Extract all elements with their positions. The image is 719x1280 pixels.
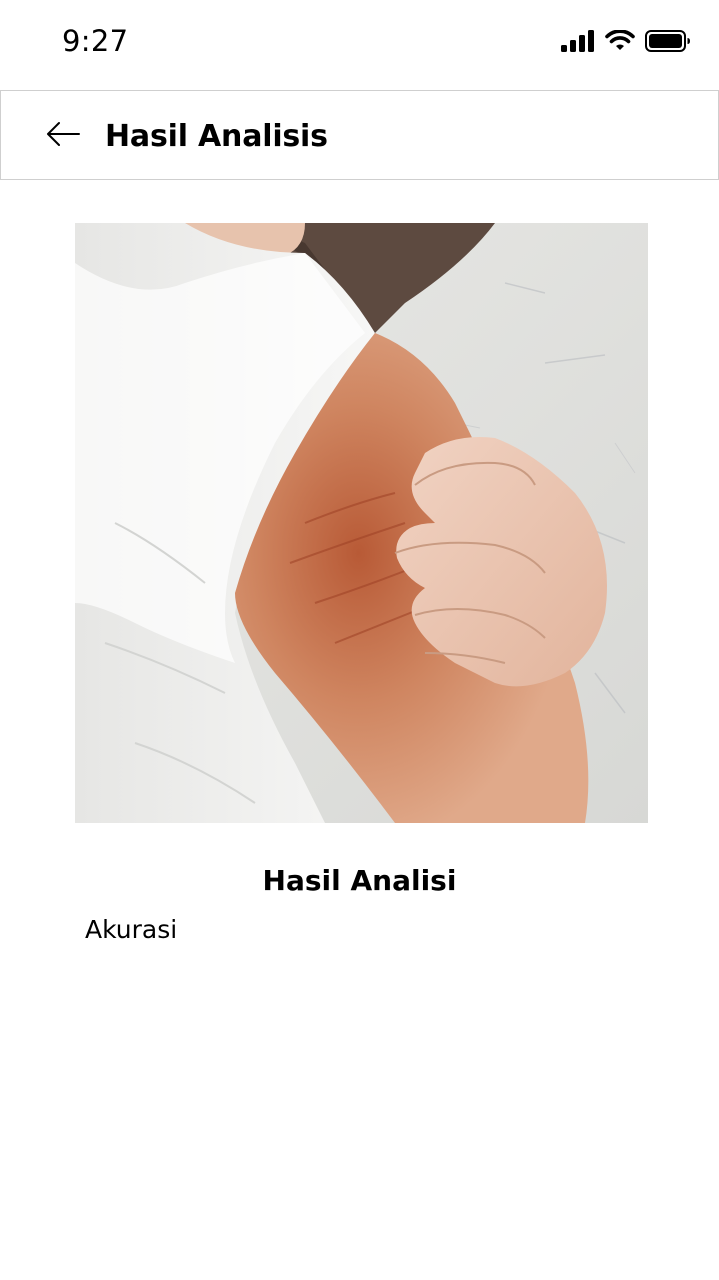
result-title: Hasil Analisi xyxy=(262,864,457,897)
status-time: 9:27 xyxy=(62,24,129,58)
battery-icon xyxy=(645,30,690,52)
accuracy-label: Akurasi xyxy=(85,915,178,944)
app-bar: Hasil Analisis xyxy=(0,90,719,180)
back-button[interactable] xyxy=(43,119,83,149)
analyzed-skin-photo xyxy=(75,223,648,823)
arrow-left-icon xyxy=(47,122,80,146)
status-icons xyxy=(561,30,691,52)
wifi-icon xyxy=(605,30,635,50)
status-bar: 9:27 xyxy=(0,0,719,88)
page-title: Hasil Analisis xyxy=(105,119,328,154)
arm-skin-photo xyxy=(75,223,648,823)
signal-icon xyxy=(561,30,594,52)
